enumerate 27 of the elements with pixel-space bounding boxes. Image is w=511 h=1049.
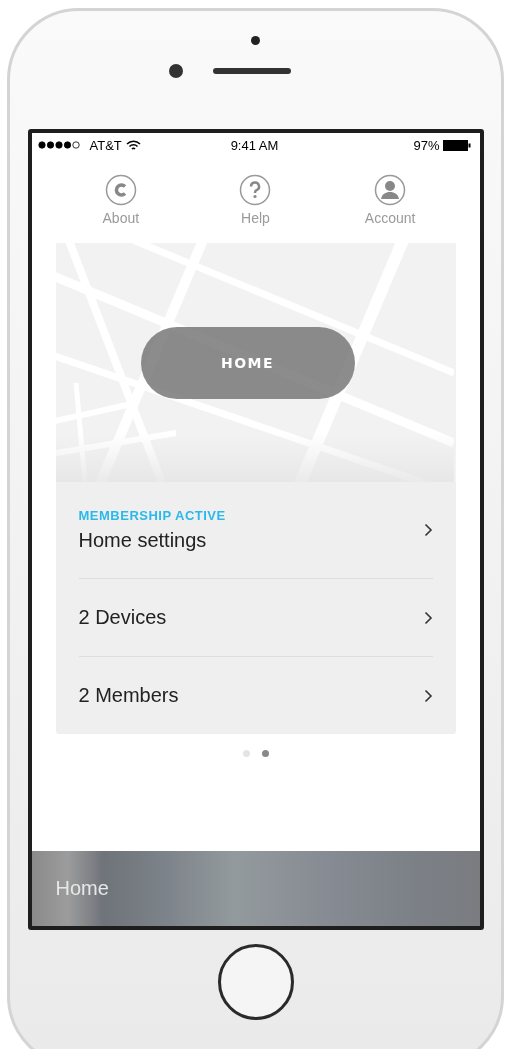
chevron-right-icon [423, 523, 433, 537]
row-label: 2 Members [78, 684, 179, 707]
row-label: 2 Devices [78, 606, 167, 629]
carrier-name: AT&T [89, 137, 122, 153]
battery-percent: 97% [413, 137, 440, 153]
wifi-icon [125, 139, 141, 151]
camera-lens [168, 64, 183, 78]
clock-time: 9:41 AM [230, 137, 279, 153]
account-icon [374, 174, 407, 206]
chevron-right-icon [423, 610, 433, 625]
page-dot[interactable] [242, 750, 250, 757]
nav-button[interactable]: Help [210, 174, 301, 226]
settings-row[interactable]: MEMBERSHIP ACTIVE Home settings [78, 482, 433, 578]
membership-status: MEMBERSHIP ACTIVE [78, 508, 226, 523]
settings-row[interactable]: 2 Members [78, 656, 433, 734]
home-location-button[interactable]: HOME [140, 326, 355, 399]
battery-icon [443, 139, 472, 151]
chevron-right-icon [423, 688, 433, 703]
settings-row[interactable]: 2 Devices [78, 578, 433, 656]
page-dot[interactable] [261, 750, 269, 757]
nav-button[interactable]: Account [345, 174, 436, 226]
nav-button[interactable]: About [75, 174, 166, 226]
bottom-bar-title: Home [55, 877, 109, 900]
row-label: Home settings [78, 529, 208, 552]
c-logo-icon [104, 174, 137, 206]
sensor-dot [251, 36, 260, 45]
help-icon [239, 174, 272, 206]
